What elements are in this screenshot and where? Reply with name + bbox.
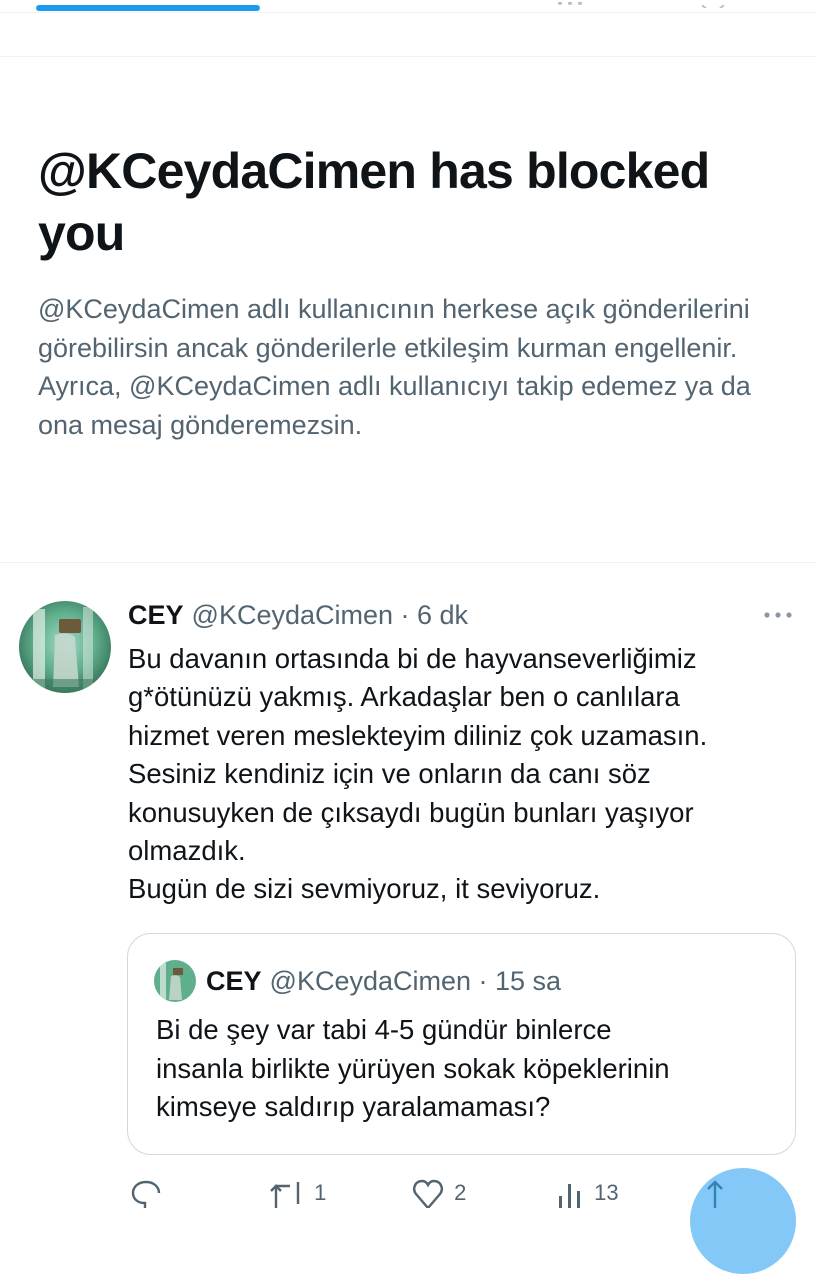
retweet-icon: [270, 1180, 310, 1208]
quote-text-line: insanla birlikte yürüyen sokak köpekleri…: [156, 1052, 670, 1084]
blocked-title: @KCeydaCimen has blocked you: [38, 143, 710, 261]
tweet-text-line: g*ötünüzü yakmış. Arkadaşlar ben o canlı…: [128, 681, 680, 713]
quote-text-line: Bi de şey var tabi 4-5 gündür binlerce: [156, 1014, 612, 1045]
divider: [0, 562, 817, 563]
tweet-text-line: Bu davanın ortasında bi de hayvanseverli…: [128, 643, 697, 674]
active-tab-indicator: [36, 5, 260, 11]
quote-handle-and-time: @KCeydaCimen · 15 sa: [269, 966, 562, 996]
tweet-actions: 1 2 13: [0, 1168, 817, 1210]
blocked-description: @KCeydaCimen adlı kullanıcının herkese a…: [38, 294, 751, 440]
retweet-button[interactable]: 1: [270, 1178, 326, 1208]
tweet-text-line: Bugün de sizi sevmiyoruz, it seviyoruz.: [128, 873, 601, 905]
reply-button[interactable]: [130, 1178, 162, 1208]
tweet-text: Bu davanın ortasında bi de hayvanseverli…: [128, 640, 798, 909]
quote-text: Bi de şey var tabi 4-5 gündür binlerce i…: [156, 1011, 786, 1127]
top-tab-bar: [0, 0, 817, 13]
author-name[interactable]: CEY: [128, 600, 184, 630]
avatar[interactable]: [19, 601, 111, 693]
quoted-tweet[interactable]: CEY @KCeydaCimen · 15 sa Bi de şey var ta…: [127, 933, 796, 1155]
tweet-text-line: konusuyken de çıksaydı bugün bunları yaş…: [128, 796, 694, 828]
views-button[interactable]: 13: [556, 1178, 619, 1208]
quote-avatar: [154, 960, 196, 1002]
retweet-count: 1: [314, 1180, 327, 1205]
views-count: 13: [594, 1180, 619, 1205]
quote-text-line: kimseye saldırıp yaralamaması?: [156, 1091, 551, 1123]
quote-header: CEY @KCeydaCimen · 15 sa: [206, 962, 786, 1000]
heart-icon: [412, 1179, 450, 1210]
tweet-text-line: Sesiniz kendiniz için ve onların da canı…: [128, 758, 651, 790]
like-button[interactable]: 2: [412, 1178, 467, 1210]
tweet-text-line: hizmet veren meslekteyim diliniz çok uza…: [128, 719, 708, 751]
compose-fab[interactable]: [690, 1168, 796, 1274]
tweet-header: CEY @KCeydaCimen · 6 dk: [128, 596, 748, 636]
views-icon: [556, 1180, 590, 1208]
handle-and-time[interactable]: @KCeydaCimen · 6 dk: [192, 600, 469, 630]
like-count: 2: [454, 1180, 467, 1205]
divider: [0, 56, 817, 57]
reply-icon: [130, 1180, 162, 1208]
cropped-icon: [700, 0, 726, 8]
more-icon[interactable]: [762, 604, 794, 626]
quote-author-name: CEY: [206, 966, 262, 996]
cropped-icon: [556, 2, 584, 8]
tweet-text-line: olmazdık.: [128, 835, 246, 867]
